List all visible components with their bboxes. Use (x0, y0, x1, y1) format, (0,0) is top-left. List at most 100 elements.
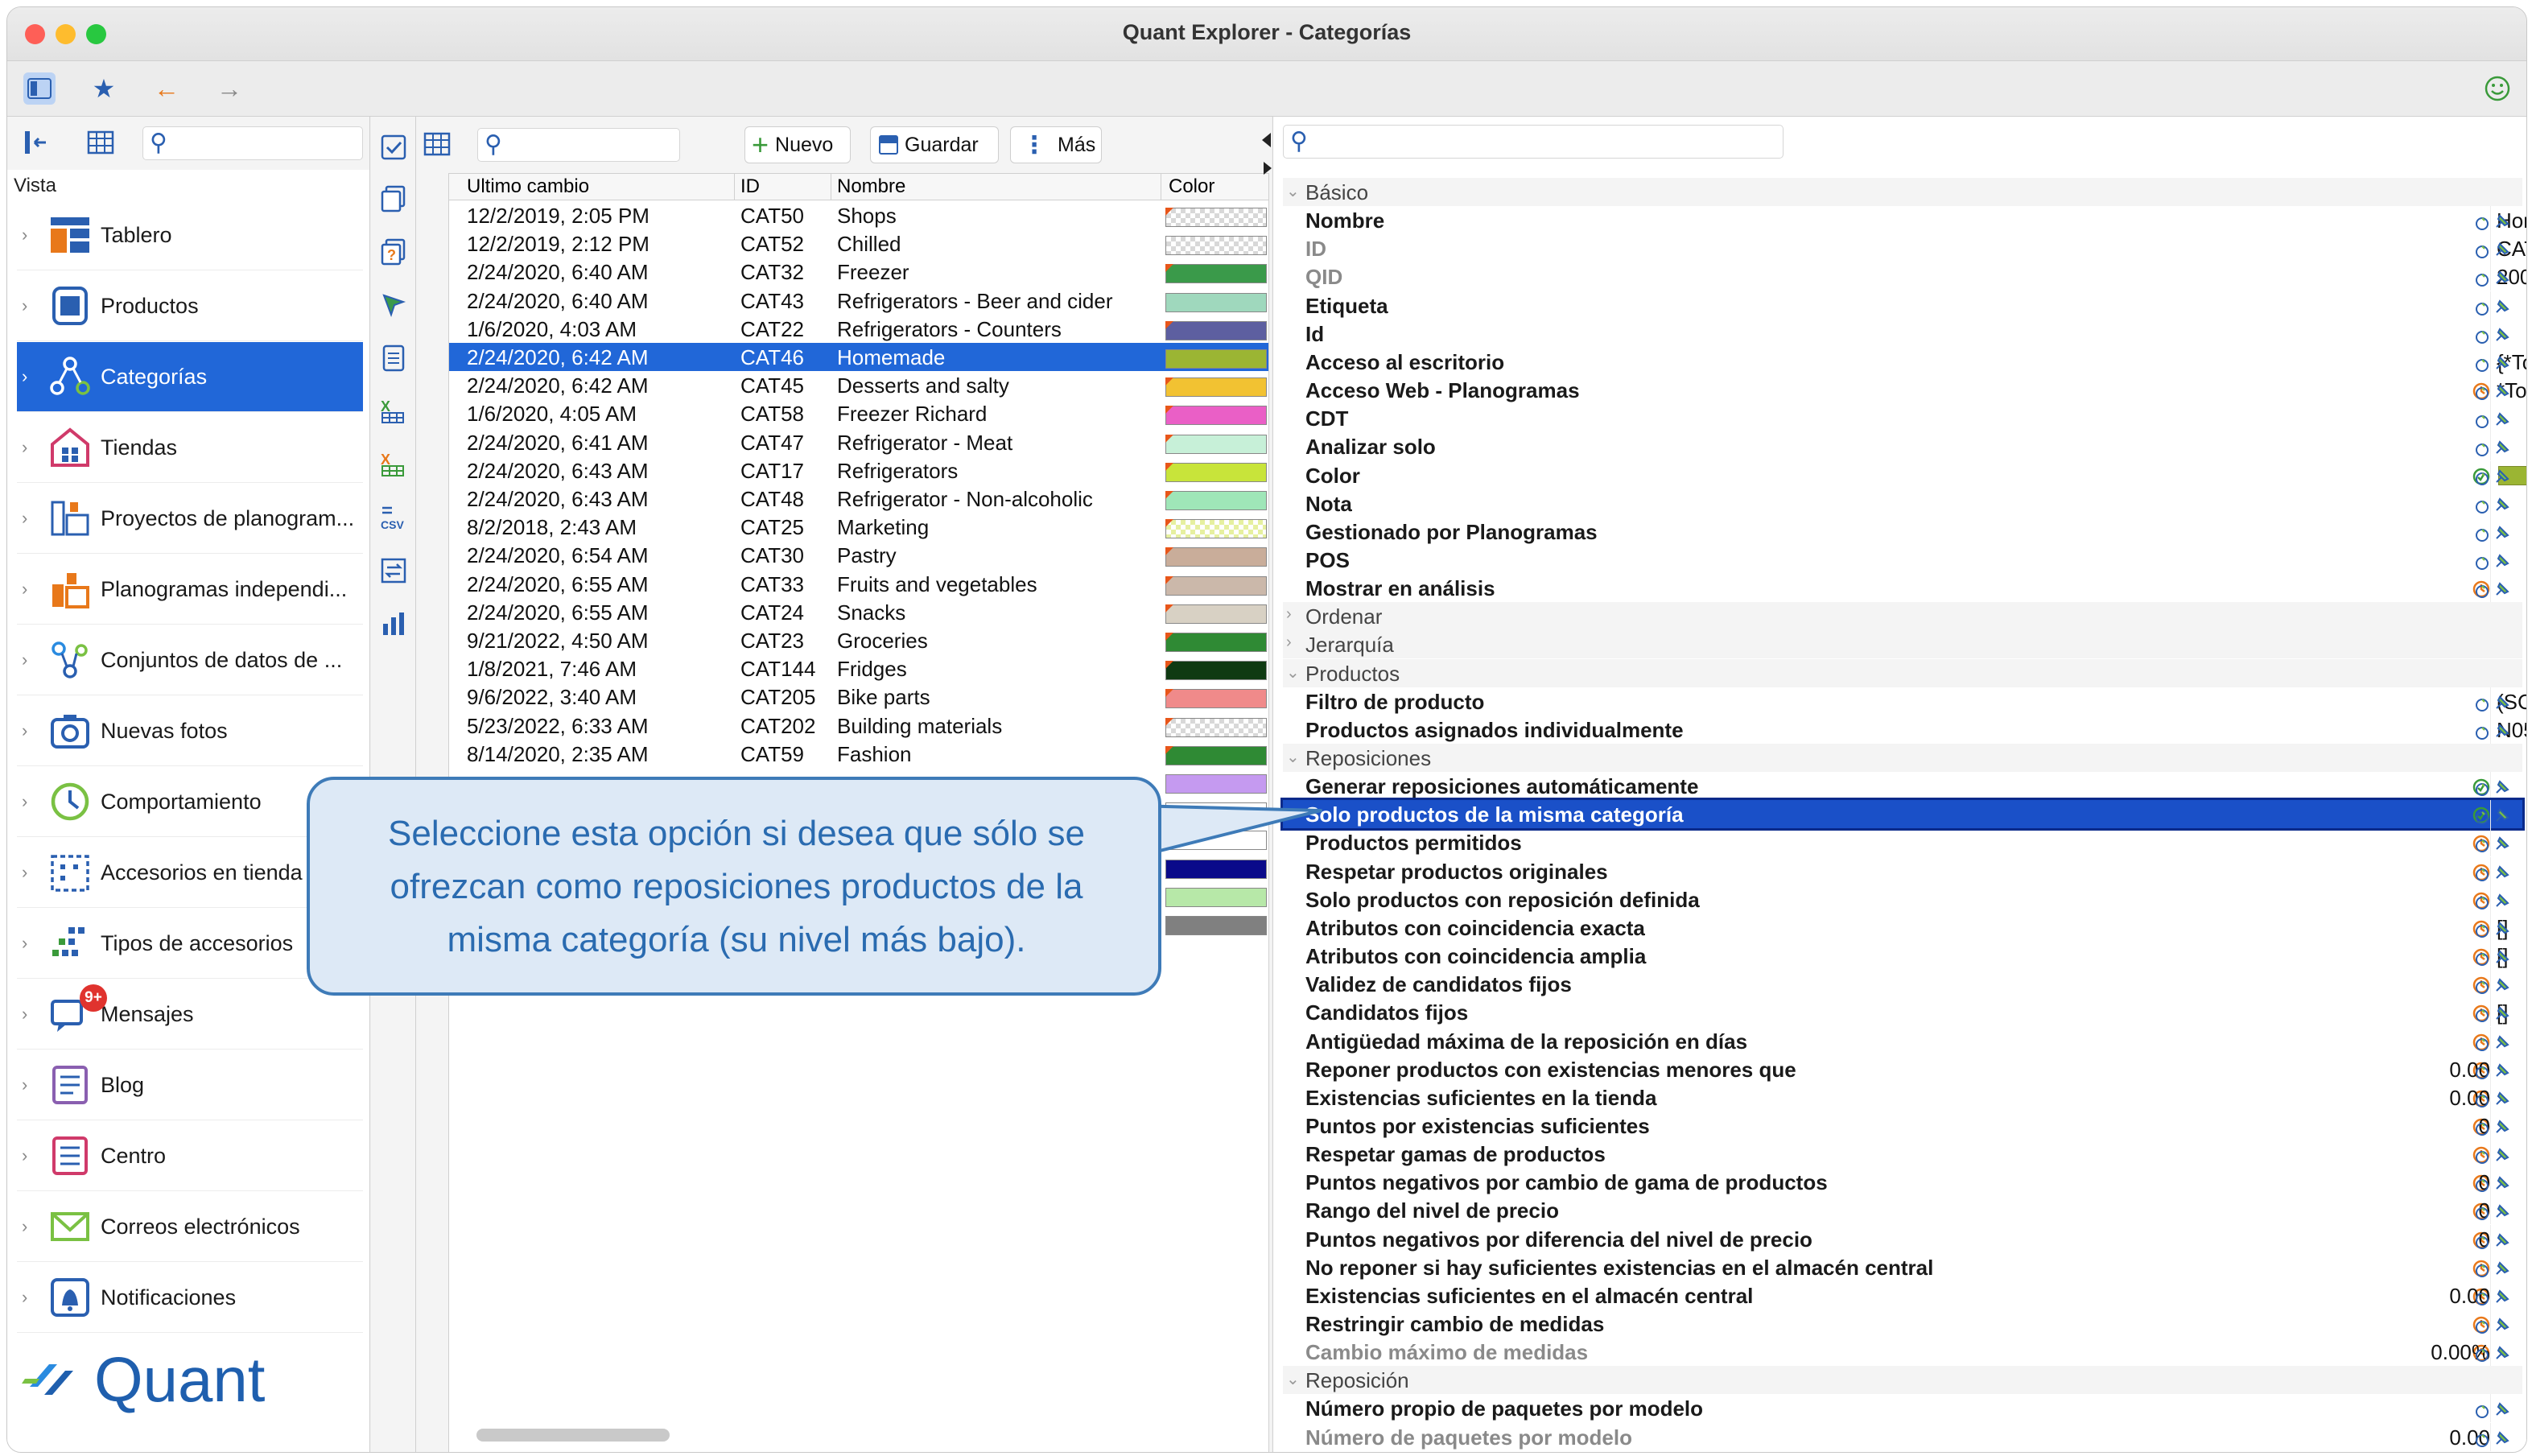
save-button[interactable]: Guardar (870, 126, 999, 163)
reset-icon[interactable] (2474, 1146, 2490, 1165)
reset-icon[interactable] (2474, 976, 2490, 995)
property-row[interactable]: Respetar productos originales✓ (1283, 856, 2522, 885)
reset-icon[interactable] (2474, 496, 2490, 514)
property-row[interactable]: Número propio de paquetes por modelo (1283, 1394, 2522, 1423)
reset-icon[interactable] (2474, 806, 2490, 825)
chart-icon[interactable] (379, 609, 408, 638)
chevron-down-icon[interactable]: ⌄ (1286, 181, 1300, 201)
chevron-right-icon[interactable]: › (22, 508, 27, 529)
column-header-id[interactable]: ID (740, 175, 760, 198)
property-row[interactable]: Validez de candidatos fijos (1283, 970, 2522, 999)
chevron-right-icon[interactable]: › (1286, 605, 1292, 624)
column-header-name[interactable]: Nombre (837, 175, 905, 198)
property-row[interactable]: Restringir cambio de medidas (1283, 1310, 2522, 1338)
chevron-right-icon[interactable]: › (22, 225, 27, 245)
pin-icon[interactable] (2493, 267, 2511, 285)
chevron-right-icon[interactable]: › (22, 1074, 27, 1095)
reset-icon[interactable] (2474, 1231, 2490, 1249)
property-row[interactable]: Mostrar en análisis✓ (1283, 574, 2522, 603)
table-row[interactable]: 1/8/2021, 7:46 AM CAT144 Fridges (449, 654, 1268, 683)
reset-icon[interactable] (2474, 1316, 2490, 1334)
chevron-right-icon[interactable]: › (22, 933, 27, 954)
property-row[interactable]: QID2006180 (1283, 262, 2526, 291)
pin-icon[interactable] (2493, 1088, 2511, 1106)
property-row[interactable]: NombreHomemade (1283, 206, 2526, 235)
table-row[interactable]: 9/21/2022, 4:50 AM CAT23 Groceries (449, 626, 1268, 654)
reset-icon[interactable] (2474, 1429, 2490, 1447)
table-row[interactable]: 2/24/2020, 6:40 AM CAT32 Freezer (449, 258, 1268, 286)
sidebar-item-blog[interactable]: › Blog (17, 1050, 363, 1120)
pin-icon[interactable] (2493, 1201, 2511, 1219)
reset-icon[interactable] (2474, 524, 2490, 542)
property-row[interactable]: Productos permitidos (1283, 828, 2522, 857)
table-row[interactable]: 5/23/2022, 6:33 AM CAT202 Building materia… (449, 712, 1268, 740)
reset-icon[interactable] (2474, 410, 2490, 429)
sidebar-toggle-icon[interactable] (23, 72, 56, 105)
pin-icon[interactable] (2493, 579, 2511, 596)
pin-icon[interactable] (2493, 805, 2511, 823)
pin-icon[interactable] (2493, 296, 2511, 314)
chevron-right-icon[interactable]: › (22, 437, 27, 458)
chevron-down-icon[interactable]: ⌄ (1286, 747, 1300, 767)
sidebar-item-center[interactable]: › Centro (17, 1121, 363, 1191)
property-section[interactable]: ⌄ Productos (1283, 658, 2522, 687)
property-section[interactable]: ⌄ Reposiciones (1283, 744, 2522, 772)
pin-icon[interactable] (2493, 862, 2511, 880)
property-row[interactable]: Respetar gamas de productos (1283, 1140, 2522, 1169)
reset-icon[interactable] (2474, 1118, 2490, 1136)
chevron-right-icon[interactable]: › (22, 295, 27, 316)
table-row[interactable]: 8/2/2018, 2:43 AM CAT25 Marketing (449, 513, 1268, 541)
pin-icon[interactable] (2493, 1230, 2511, 1248)
reset-icon[interactable] (2474, 382, 2490, 401)
sidebar-item-categories[interactable]: › Categorías (17, 342, 363, 412)
table-row[interactable]: 2/24/2020, 6:54 AM CAT30 Pastry (449, 541, 1268, 569)
chevron-right-icon[interactable]: › (22, 720, 27, 741)
sidebar-item-dashboard[interactable]: › Tablero (17, 200, 363, 270)
pointer-icon[interactable] (379, 291, 408, 320)
pin-icon[interactable] (2493, 833, 2511, 851)
reset-icon[interactable] (2474, 212, 2490, 231)
chevron-right-icon[interactable]: › (22, 1145, 27, 1166)
reset-icon[interactable] (2474, 864, 2490, 881)
reset-icon[interactable] (2474, 1202, 2490, 1221)
property-row[interactable]: IDCAT46 (1283, 234, 2526, 263)
property-row[interactable]: Reponer productos con existencias menore… (1283, 1054, 2522, 1083)
chevron-right-icon[interactable]: › (22, 791, 27, 812)
transfer-icon[interactable] (379, 556, 408, 585)
reset-icon[interactable] (2474, 694, 2490, 712)
table-row[interactable]: 12/2/2019, 2:05 PM CAT50 Shops (449, 201, 1268, 229)
reset-icon[interactable] (2474, 722, 2490, 740)
back-arrow-icon[interactable]: ← (151, 72, 183, 105)
property-row[interactable]: CDT✓ (1283, 404, 2522, 433)
pin-icon[interactable] (2493, 1116, 2511, 1134)
reset-icon[interactable] (2474, 835, 2490, 853)
property-row[interactable]: Atributos con coincidencia exacta[] (1283, 913, 2522, 942)
excel-import-icon[interactable]: X (379, 450, 408, 479)
table-row[interactable]: 8/14/2020, 2:35 AM CAT59 Fashion (449, 740, 1268, 768)
property-row[interactable]: Antigüedad máxima de la reposición en dí… (1283, 1026, 2522, 1055)
pin-icon[interactable] (2493, 975, 2511, 992)
properties-search-input[interactable]: ⚲ (1283, 125, 1784, 159)
column-header-color[interactable]: Color (1169, 175, 1214, 198)
table-view-icon[interactable] (86, 128, 115, 157)
pin-icon[interactable] (2493, 1173, 2511, 1190)
chevron-right-icon[interactable]: › (22, 1216, 27, 1237)
property-row[interactable]: Puntos negativos por cambio de gama de p… (1283, 1168, 2522, 1197)
reset-icon[interactable] (2474, 1062, 2490, 1079)
reset-icon[interactable] (2474, 1400, 2490, 1419)
reset-icon[interactable] (2474, 778, 2490, 797)
pin-icon[interactable] (2493, 918, 2511, 936)
pin-icon[interactable] (2493, 1428, 2511, 1446)
property-row[interactable]: Filtro de producto(SCC = Gastro | Buchty… (1283, 687, 2526, 716)
smiley-icon[interactable] (2481, 72, 2513, 105)
property-row[interactable]: Gestionado por Planogramas (1283, 517, 2522, 546)
table-row[interactable]: 2/24/2020, 6:41 AM CAT47 Refrigerator - Me… (449, 428, 1268, 456)
property-row[interactable]: Número de paquetes por modelo 0.00 (1283, 1422, 2522, 1451)
more-button[interactable]: ⋮ Más (1010, 126, 1102, 163)
checklist-icon[interactable] (379, 133, 408, 162)
property-row[interactable]: Rango del nivel de precio 0 (1283, 1196, 2522, 1225)
list-doc-icon[interactable] (379, 344, 408, 373)
chevron-down-icon[interactable]: ⌄ (1286, 1369, 1300, 1389)
pin-icon[interactable] (2493, 947, 2511, 964)
chevron-right-icon[interactable]: › (22, 650, 27, 670)
